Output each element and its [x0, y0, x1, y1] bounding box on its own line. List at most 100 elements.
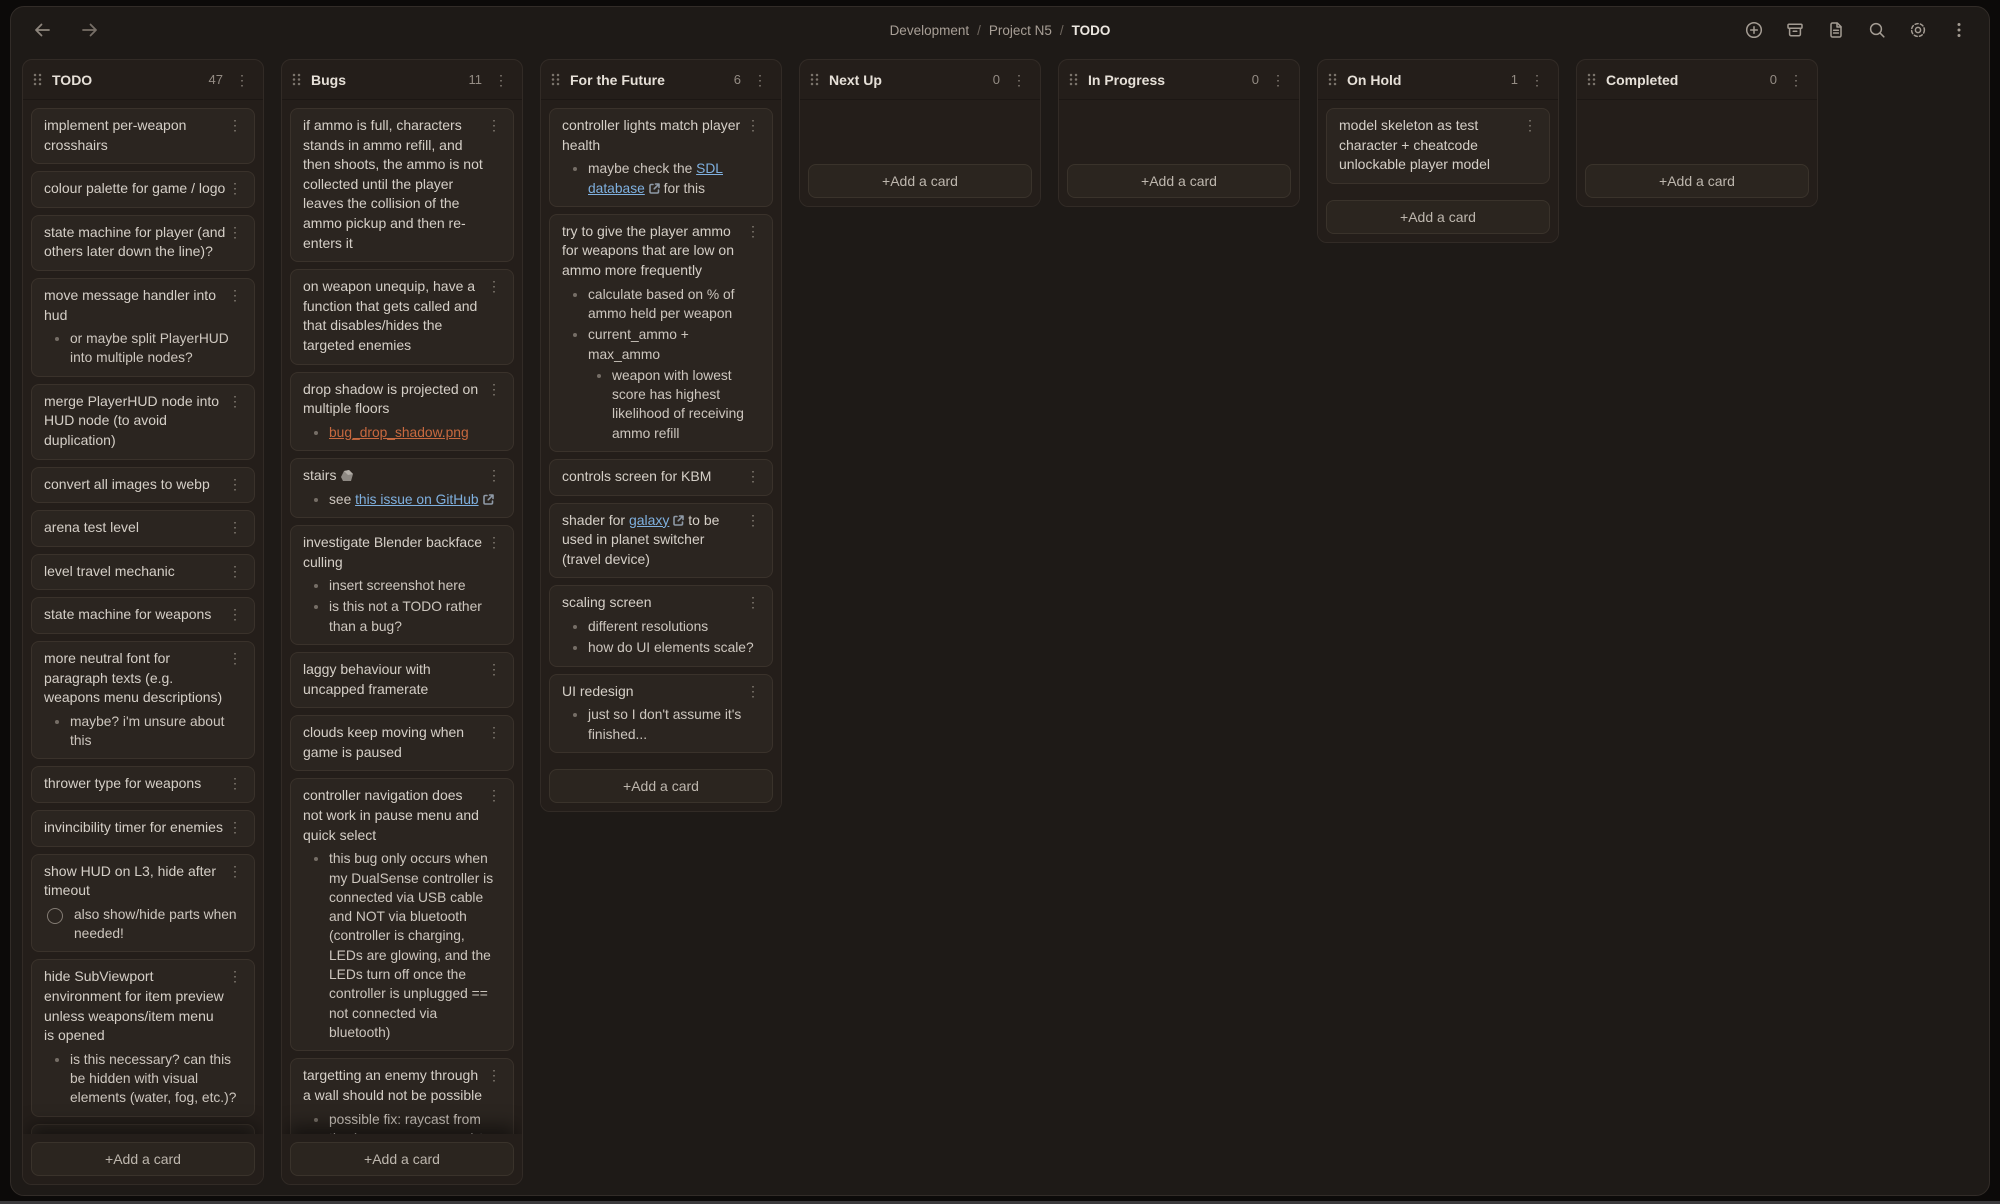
add-icon[interactable] [1744, 20, 1764, 40]
card-menu-kebab-icon[interactable]: ⋮ [484, 116, 504, 134]
card-menu-kebab-icon[interactable]: ⋮ [484, 277, 504, 295]
card-menu-kebab-icon[interactable]: ⋮ [225, 392, 245, 410]
card-menu-kebab-icon[interactable]: ⋮ [225, 518, 245, 536]
column-menu-kebab-icon[interactable]: ⋮ [1786, 71, 1806, 89]
card-menu-kebab-icon[interactable]: ⋮ [484, 466, 504, 484]
card[interactable]: show HUD on L3, hide after timeout⋮also … [31, 854, 255, 953]
column-menu-kebab-icon[interactable]: ⋮ [1268, 71, 1288, 89]
card-menu-kebab-icon[interactable]: ⋮ [484, 1066, 504, 1084]
card-menu-kebab-icon[interactable]: ⋮ [484, 533, 504, 551]
card-link[interactable]: bug_drop_shadow.png [329, 425, 469, 440]
card-menu-kebab-icon[interactable]: ⋮ [225, 649, 245, 667]
card[interactable]: targetting an enemy through a wall shoul… [290, 1058, 514, 1134]
card[interactable]: merge PlayerHUD node into HUD node (to a… [31, 384, 255, 460]
card[interactable]: move message handler into hud⋮or maybe s… [31, 278, 255, 377]
card-menu-kebab-icon[interactable]: ⋮ [225, 605, 245, 623]
card-menu-kebab-icon[interactable]: ⋮ [225, 818, 245, 836]
card-text: model skeleton as test character + cheat… [1339, 117, 1490, 172]
card[interactable]: scaling screen⋮different resolutionshow … [549, 585, 773, 666]
card[interactable]: stairs⋮see this issue on GitHub [290, 458, 514, 518]
drag-handle-icon[interactable] [1068, 72, 1079, 87]
card-menu-kebab-icon[interactable]: ⋮ [225, 223, 245, 241]
column-menu-kebab-icon[interactable]: ⋮ [750, 71, 770, 89]
card[interactable]: invincibility timer for enemies⋮ [31, 810, 255, 847]
card-bullet-item: just so I don't assume it's finished... [562, 705, 760, 744]
card[interactable]: shader for galaxy to be used in planet s… [549, 503, 773, 579]
column-menu-kebab-icon[interactable]: ⋮ [491, 71, 511, 89]
card[interactable]: thrower type for weapons⋮ [31, 766, 255, 803]
card[interactable]: controller lights match player health⋮ma… [549, 108, 773, 207]
card-link[interactable]: galaxy [629, 512, 669, 528]
drag-handle-icon[interactable] [809, 72, 820, 87]
card[interactable]: drop shadow is projected on multiple flo… [290, 372, 514, 452]
card[interactable]: hide SubViewport environment for item pr… [31, 959, 255, 1116]
card-menu-kebab-icon[interactable]: ⋮ [225, 967, 245, 985]
card[interactable]: more neutral font for paragraph texts (e… [31, 641, 255, 759]
card-menu-kebab-icon[interactable]: ⋮ [484, 786, 504, 804]
card-text: insert screenshot here [329, 578, 466, 593]
card[interactable]: learn about styling projectiles⋮look at … [31, 1124, 255, 1134]
card[interactable]: implement per-weapon crosshairs⋮ [31, 108, 255, 164]
add-card-button[interactable]: +Add a card [31, 1142, 255, 1176]
column-menu-kebab-icon[interactable]: ⋮ [1009, 71, 1029, 89]
add-card-button[interactable]: +Add a card [1067, 164, 1291, 198]
card-link[interactable]: this issue on GitHub [355, 492, 478, 507]
card-text: UI redesign [562, 683, 634, 699]
add-card-button[interactable]: +Add a card [808, 164, 1032, 198]
card[interactable]: controller navigation does not work in p… [290, 778, 514, 1051]
add-card-button[interactable]: +Add a card [290, 1142, 514, 1176]
add-card-button[interactable]: +Add a card [549, 769, 773, 803]
card-menu-kebab-icon[interactable]: ⋮ [743, 116, 763, 134]
breadcrumb-item-workspace[interactable]: Development [890, 23, 970, 38]
settings-gear-icon[interactable] [1908, 20, 1928, 40]
card[interactable]: model skeleton as test character + cheat… [1326, 108, 1550, 184]
page-icon[interactable] [1826, 20, 1846, 40]
card-menu-kebab-icon[interactable]: ⋮ [743, 467, 763, 485]
card-menu-kebab-icon[interactable]: ⋮ [1520, 116, 1540, 134]
card-menu-kebab-icon[interactable]: ⋮ [225, 286, 245, 304]
card-menu-kebab-icon[interactable]: ⋮ [225, 774, 245, 792]
card-menu-kebab-icon[interactable]: ⋮ [225, 562, 245, 580]
add-card-button[interactable]: +Add a card [1326, 200, 1550, 234]
card-menu-kebab-icon[interactable]: ⋮ [225, 475, 245, 493]
archive-icon[interactable] [1785, 20, 1805, 40]
card[interactable]: state machine for weapons⋮ [31, 597, 255, 634]
card[interactable]: colour palette for game / logo⋮ [31, 171, 255, 208]
drag-handle-icon[interactable] [32, 72, 43, 87]
card-menu-kebab-icon[interactable]: ⋮ [743, 593, 763, 611]
column-menu-kebab-icon[interactable]: ⋮ [1527, 71, 1547, 89]
card-menu-kebab-icon[interactable]: ⋮ [484, 723, 504, 741]
drag-handle-icon[interactable] [1327, 72, 1338, 87]
card[interactable]: convert all images to webp⋮ [31, 467, 255, 504]
card[interactable]: investigate Blender backface culling⋮ins… [290, 525, 514, 645]
more-kebab-icon[interactable] [1949, 20, 1969, 40]
card-menu-kebab-icon[interactable]: ⋮ [743, 682, 763, 700]
search-icon[interactable] [1867, 20, 1887, 40]
drag-handle-icon[interactable] [550, 72, 561, 87]
card-menu-kebab-icon[interactable]: ⋮ [743, 511, 763, 529]
card-menu-kebab-icon[interactable]: ⋮ [225, 116, 245, 134]
column-menu-kebab-icon[interactable]: ⋮ [232, 71, 252, 89]
card[interactable]: laggy behaviour with uncapped framerate⋮ [290, 652, 514, 708]
back-arrow-icon[interactable] [31, 19, 53, 41]
breadcrumb-item-project[interactable]: Project N5 [989, 23, 1052, 38]
card[interactable]: arena test level⋮ [31, 510, 255, 547]
card[interactable]: controls screen for KBM⋮ [549, 459, 773, 496]
card-menu-kebab-icon[interactable]: ⋮ [225, 862, 245, 880]
card[interactable]: on weapon unequip, have a function that … [290, 269, 514, 364]
drag-handle-icon[interactable] [291, 72, 302, 87]
card[interactable]: state machine for player (and others lat… [31, 215, 255, 271]
card[interactable]: UI redesign ⋮ just so I don't assume it's … [549, 674, 773, 753]
card[interactable]: level travel mechanic⋮ [31, 554, 255, 591]
card[interactable]: try to give the player ammo for weapons … [549, 214, 773, 452]
card[interactable]: if ammo is full, characters stands in am… [290, 108, 514, 262]
card-checkbox-item[interactable]: also show/hide parts when needed! [44, 905, 242, 944]
card-menu-kebab-icon[interactable]: ⋮ [484, 380, 504, 398]
card-menu-kebab-icon[interactable]: ⋮ [484, 660, 504, 678]
card-menu-kebab-icon[interactable]: ⋮ [225, 179, 245, 197]
add-card-button[interactable]: +Add a card [1585, 164, 1809, 198]
forward-arrow-icon[interactable] [79, 19, 101, 41]
card-menu-kebab-icon[interactable]: ⋮ [743, 222, 763, 240]
drag-handle-icon[interactable] [1586, 72, 1597, 87]
card[interactable]: clouds keep moving when game is paused⋮ [290, 715, 514, 771]
